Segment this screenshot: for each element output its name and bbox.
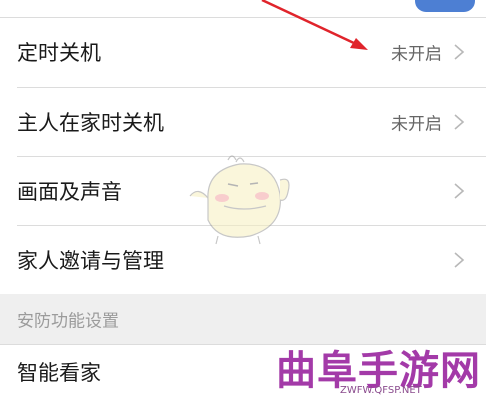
watermark-url: ZWFW.QFSP.NET bbox=[340, 385, 422, 396]
top-toggle-remnant bbox=[415, 0, 475, 12]
settings-item-label: 家人邀请与管理 bbox=[17, 249, 164, 273]
section-header-security: 安防功能设置 bbox=[0, 294, 486, 344]
top-strip bbox=[0, 0, 486, 17]
site-watermark: 曲阜手游网 ZWFW.QFSP.NET bbox=[270, 338, 482, 398]
settings-item-timed-shutdown[interactable]: 定时关机 未开启 bbox=[0, 18, 486, 86]
chevron-right-icon bbox=[454, 183, 465, 199]
mascot-watermark-icon bbox=[189, 155, 290, 245]
settings-item-label: 定时关机 bbox=[17, 41, 101, 65]
section-title: 安防功能设置 bbox=[17, 311, 119, 332]
chevron-right-icon bbox=[454, 252, 465, 268]
chevron-right-icon bbox=[454, 114, 465, 130]
settings-item-label: 画面及声音 bbox=[17, 180, 122, 204]
chevron-right-icon bbox=[454, 44, 465, 60]
settings-item-owner-home-shutdown[interactable]: 主人在家时关机 未开启 bbox=[0, 88, 486, 156]
settings-item-value: 未开启 bbox=[391, 114, 442, 135]
settings-item-label: 主人在家时关机 bbox=[17, 111, 164, 135]
settings-item-label: 智能看家 bbox=[17, 361, 101, 385]
settings-item-value: 未开启 bbox=[391, 44, 442, 65]
